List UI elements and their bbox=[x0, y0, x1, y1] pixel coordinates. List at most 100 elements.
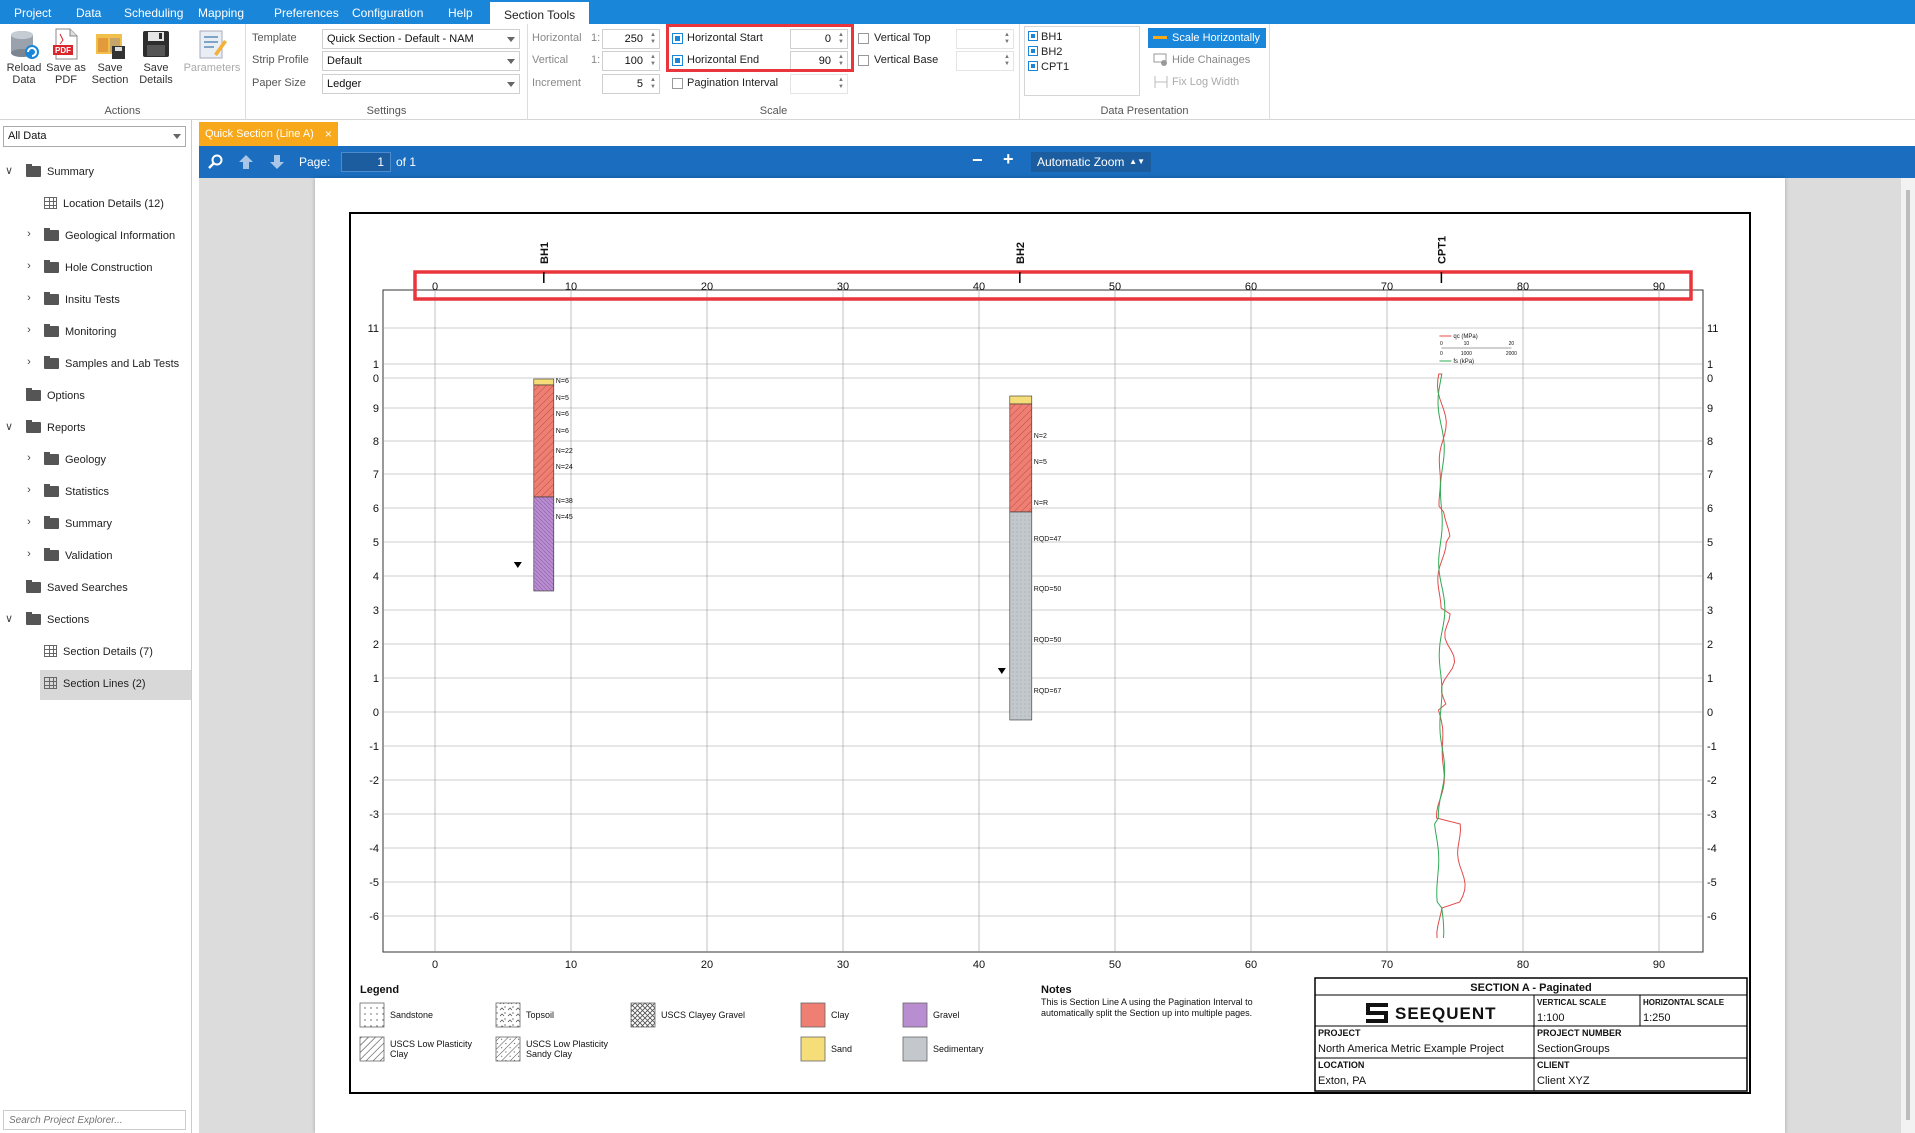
bh2-test-label: RQD=50 bbox=[1034, 637, 1062, 644]
tree-item[interactable]: Insitu Tests bbox=[44, 291, 120, 308]
menu-configuration[interactable]: Configuration bbox=[338, 0, 437, 24]
tree-item[interactable]: Hole Construction bbox=[44, 259, 152, 276]
previous-page-icon[interactable] bbox=[238, 154, 254, 170]
hole-list-item[interactable]: BH2 bbox=[1028, 45, 1062, 59]
save-as-pdf-button[interactable]: PDF Save as PDF bbox=[44, 28, 88, 86]
zoom-in-icon[interactable]: + bbox=[1003, 149, 1014, 170]
scale-horizontally-button[interactable]: Scale Horizontally bbox=[1148, 28, 1266, 48]
folder-icon bbox=[44, 547, 59, 561]
menu-mapping[interactable]: Mapping bbox=[184, 0, 258, 24]
strip-profile-select[interactable]: Default bbox=[322, 51, 520, 71]
horizontal-end-input[interactable]: 90 ▲ ▼ bbox=[790, 51, 848, 71]
page-number-input[interactable]: 1 bbox=[341, 152, 391, 172]
hole-list-item[interactable]: BH1 bbox=[1028, 30, 1062, 44]
search-icon[interactable] bbox=[208, 154, 224, 170]
bh2-test-label: N=2 bbox=[1034, 433, 1047, 440]
zoom-select[interactable]: Automatic Zoom ▲▼ bbox=[1031, 152, 1151, 172]
page-number-value: 1 bbox=[377, 155, 384, 169]
hole-checkbox[interactable] bbox=[1028, 31, 1038, 41]
tree-item[interactable]: Location Details (12) bbox=[44, 196, 164, 212]
chevron-down-icon[interactable]: ∨ bbox=[4, 612, 14, 625]
pagination-interval-input[interactable]: ▲ ▼ bbox=[790, 74, 848, 94]
tab-quick-section[interactable]: Quick Section (Line A) × bbox=[199, 122, 338, 146]
chevron-right-icon[interactable]: › bbox=[24, 292, 34, 304]
tree-item[interactable]: Saved Searches bbox=[26, 579, 128, 596]
parameters-button[interactable]: Parameters bbox=[182, 28, 242, 74]
save-details-button[interactable]: Save Details bbox=[134, 28, 178, 86]
hole-name: CPT1 bbox=[1041, 61, 1070, 73]
increment-input[interactable]: 5 ▲ ▼ bbox=[602, 74, 660, 94]
x-tick-label-top: 60 bbox=[1245, 281, 1257, 293]
horizontal-scale-input[interactable]: 250 ▲ ▼ bbox=[602, 29, 660, 49]
vertical-top-input[interactable]: ▲ ▼ bbox=[956, 29, 1014, 49]
spinner-arrows-icon: ▲ ▼ bbox=[1004, 54, 1010, 67]
tree-item[interactable]: Section Details (7) bbox=[44, 644, 153, 660]
tree-item[interactable]: Monitoring bbox=[44, 323, 116, 340]
data-filter-select[interactable]: All Data bbox=[3, 126, 186, 147]
vertical-base-checkbox[interactable] bbox=[858, 55, 869, 66]
close-icon[interactable]: × bbox=[325, 122, 332, 146]
horizontal-end-checkbox[interactable] bbox=[672, 55, 683, 66]
vertical-top-checkbox[interactable] bbox=[858, 33, 869, 44]
tree-item[interactable]: Summary bbox=[44, 515, 112, 532]
chevron-right-icon[interactable]: › bbox=[24, 228, 34, 240]
y-tick-label-left: -1 bbox=[369, 741, 379, 753]
pagination-interval-checkbox[interactable] bbox=[672, 78, 683, 89]
hole-list-item[interactable]: CPT1 bbox=[1028, 60, 1069, 74]
horizontal-start-checkbox[interactable] bbox=[672, 33, 683, 44]
save-details-label: Save Details bbox=[139, 62, 173, 86]
folder-icon bbox=[44, 515, 59, 529]
chevron-right-icon[interactable]: › bbox=[24, 356, 34, 368]
template-value: Quick Section - Default - NAM bbox=[327, 33, 474, 45]
app-window: Project Data Scheduling Mapping Preferences C… bbox=[0, 0, 1915, 1133]
hide-chainages-button[interactable]: Hide Chainages bbox=[1148, 50, 1266, 70]
bh1-sand-layer bbox=[533, 378, 555, 386]
vertical-scale-input[interactable]: 100 ▲ ▼ bbox=[602, 51, 660, 71]
tree-item[interactable]: Reports bbox=[26, 419, 86, 436]
chevron-down-icon[interactable]: ∨ bbox=[4, 164, 14, 177]
menu-help[interactable]: Help bbox=[434, 0, 487, 24]
tb-project-value: North America Metric Example Project bbox=[1318, 1043, 1504, 1055]
menu-project[interactable]: Project bbox=[0, 0, 65, 24]
folder-icon bbox=[26, 419, 41, 433]
chevron-right-icon[interactable]: › bbox=[24, 484, 34, 496]
menu-section-tools[interactable]: Section Tools bbox=[490, 0, 590, 24]
tree-item[interactable]: Samples and Lab Tests bbox=[44, 355, 179, 372]
scrollbar-thumb[interactable] bbox=[1906, 190, 1910, 1120]
vertical-scrollbar[interactable] bbox=[1901, 178, 1915, 1133]
x-tick-label-bottom: 20 bbox=[701, 959, 713, 971]
tree-item[interactable]: Summary bbox=[26, 163, 94, 180]
template-select[interactable]: Quick Section - Default - NAM bbox=[322, 29, 520, 49]
reload-data-button[interactable]: Reload Data bbox=[2, 28, 46, 86]
hole-checkbox[interactable] bbox=[1028, 61, 1038, 71]
chevron-right-icon[interactable]: › bbox=[24, 260, 34, 272]
chevron-right-icon[interactable]: › bbox=[24, 516, 34, 528]
tree-item[interactable]: Geology bbox=[44, 451, 106, 468]
tree-item[interactable]: Section Lines (2) bbox=[44, 676, 146, 692]
tree-item[interactable]: Sections bbox=[26, 611, 89, 628]
chevron-down-icon[interactable]: ∨ bbox=[4, 420, 14, 433]
chevron-right-icon[interactable]: › bbox=[24, 548, 34, 560]
hole-list[interactable]: BH1 BH2 CPT1 bbox=[1024, 26, 1140, 96]
tree-item[interactable]: Statistics bbox=[44, 483, 109, 500]
legend-swatch bbox=[495, 1002, 521, 1028]
paper-size-select[interactable]: Ledger bbox=[322, 74, 520, 94]
search-project-explorer[interactable] bbox=[3, 1110, 186, 1130]
vertical-base-input[interactable]: ▲ ▼ bbox=[956, 51, 1014, 71]
chevron-right-icon[interactable]: › bbox=[24, 324, 34, 336]
horizontal-start-input[interactable]: 0 ▲ ▼ bbox=[790, 29, 848, 49]
sheet-border bbox=[349, 212, 1751, 1094]
chevron-right-icon[interactable]: › bbox=[24, 452, 34, 464]
zoom-out-icon[interactable]: − bbox=[972, 150, 983, 171]
hole-checkbox[interactable] bbox=[1028, 46, 1038, 56]
y-tick-label-right: 11 bbox=[1707, 323, 1718, 335]
tree-item[interactable]: Options bbox=[26, 387, 85, 404]
x-tick-label-top: 30 bbox=[837, 281, 849, 293]
tree-item[interactable]: Validation bbox=[44, 547, 113, 564]
fix-log-width-button[interactable]: Fix Log Width bbox=[1148, 72, 1266, 92]
menu-data[interactable]: Data bbox=[62, 0, 115, 24]
save-section-button[interactable]: Save Section bbox=[88, 28, 132, 86]
search-input[interactable] bbox=[4, 1111, 185, 1129]
next-page-icon[interactable] bbox=[269, 154, 285, 170]
tree-item[interactable]: Geological Information bbox=[44, 227, 175, 244]
